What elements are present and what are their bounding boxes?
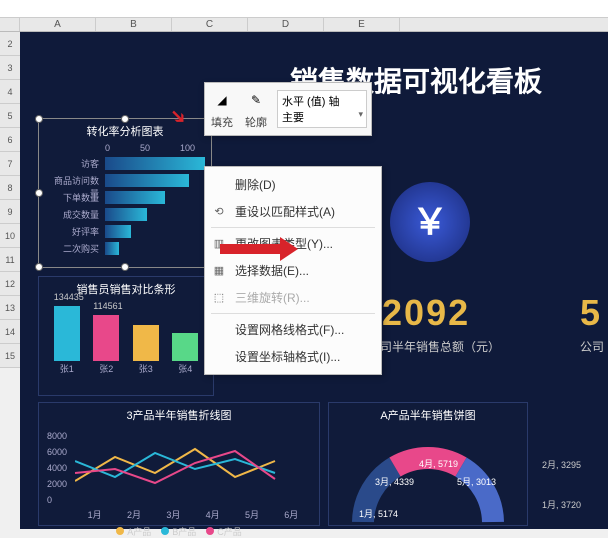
- outline-label: 轮廓: [243, 114, 269, 130]
- context-menu: 删除(D) ⟲重设以匹配样式(A) ▥更改图表类型(Y)... ▦选择数据(E)…: [204, 166, 382, 375]
- column-headers: A B C D E: [0, 18, 608, 32]
- mini-toolbar[interactable]: ◢ 填充 ✎ 轮廓 水平 (值) 轴 主要: [204, 82, 372, 136]
- menu-separator: [211, 313, 375, 314]
- menu-reset-style[interactable]: ⟲重设以匹配样式(A): [205, 198, 381, 225]
- row-headers: 23456789101112131415: [0, 32, 20, 368]
- secondary-label: 公司: [580, 338, 604, 355]
- row-14[interactable]: 14: [0, 320, 20, 344]
- row-9[interactable]: 9: [0, 200, 20, 224]
- fill-label: 填充: [209, 114, 235, 130]
- col-B[interactable]: B: [96, 18, 172, 31]
- total-sales-label: 司半年销售总额（元）: [380, 338, 500, 355]
- col-C[interactable]: C: [172, 18, 248, 31]
- row-8[interactable]: 8: [0, 176, 20, 200]
- row-10[interactable]: 10: [0, 224, 20, 248]
- pie-side-panel: 2月, 3295 1月, 3720: [536, 402, 606, 526]
- select-data-icon: ▦: [211, 264, 227, 277]
- row-12[interactable]: 12: [0, 272, 20, 296]
- row-6[interactable]: 6: [0, 128, 20, 152]
- menu-select-data[interactable]: ▦选择数据(E)...: [205, 257, 381, 284]
- col-D[interactable]: D: [248, 18, 324, 31]
- currency-badge: ￥: [390, 182, 470, 262]
- line-chart-svg: [75, 437, 315, 507]
- menu-separator: [211, 227, 375, 228]
- row-4[interactable]: 4: [0, 80, 20, 104]
- row-15[interactable]: 15: [0, 344, 20, 368]
- gauge-title: A产品半年销售饼图: [329, 403, 527, 427]
- row-3[interactable]: 3: [0, 56, 20, 80]
- col-A[interactable]: A: [20, 18, 96, 31]
- line-chart-title: 3产品半年销售折线图: [39, 403, 319, 427]
- col-E[interactable]: E: [324, 18, 400, 31]
- axis-selector-combo[interactable]: 水平 (值) 轴 主要: [277, 90, 367, 128]
- row-11[interactable]: 11: [0, 248, 20, 272]
- line-chart-panel[interactable]: 3产品半年销售折线图 8000 6000 4000 2000 0 1月2月3月4…: [38, 402, 320, 526]
- row-7[interactable]: 7: [0, 152, 20, 176]
- outline-icon[interactable]: ✎: [243, 88, 269, 114]
- menu-gridline-format[interactable]: 设置网格线格式(F)...: [205, 316, 381, 343]
- menu-3d-rotate: ⬚三维旋转(R)...: [205, 284, 381, 311]
- gauge-panel[interactable]: A产品半年销售饼图 3月, 4339 4月, 5719 5月, 3013 1月,…: [328, 402, 528, 526]
- secondary-metric: 5: [580, 292, 600, 334]
- row-5[interactable]: 5: [0, 104, 20, 128]
- menu-axis-format[interactable]: 设置坐标轴格式(I)...: [205, 343, 381, 370]
- rotate-icon: ⬚: [211, 291, 227, 304]
- formula-bar: [0, 0, 608, 18]
- funnel-chart-panel[interactable]: 转化率分析图表 050100访客商品访问数量下单数量成交数量好评率二次购买: [38, 118, 212, 268]
- row-13[interactable]: 13: [0, 296, 20, 320]
- fill-icon[interactable]: ◢: [209, 88, 235, 114]
- menu-delete[interactable]: 删除(D): [205, 171, 381, 198]
- row-2[interactable]: 2: [0, 32, 20, 56]
- sales-bar-panel[interactable]: 销售员销售对比条形 134435张1114561张2张3张4: [38, 276, 214, 396]
- reset-icon: ⟲: [211, 205, 227, 218]
